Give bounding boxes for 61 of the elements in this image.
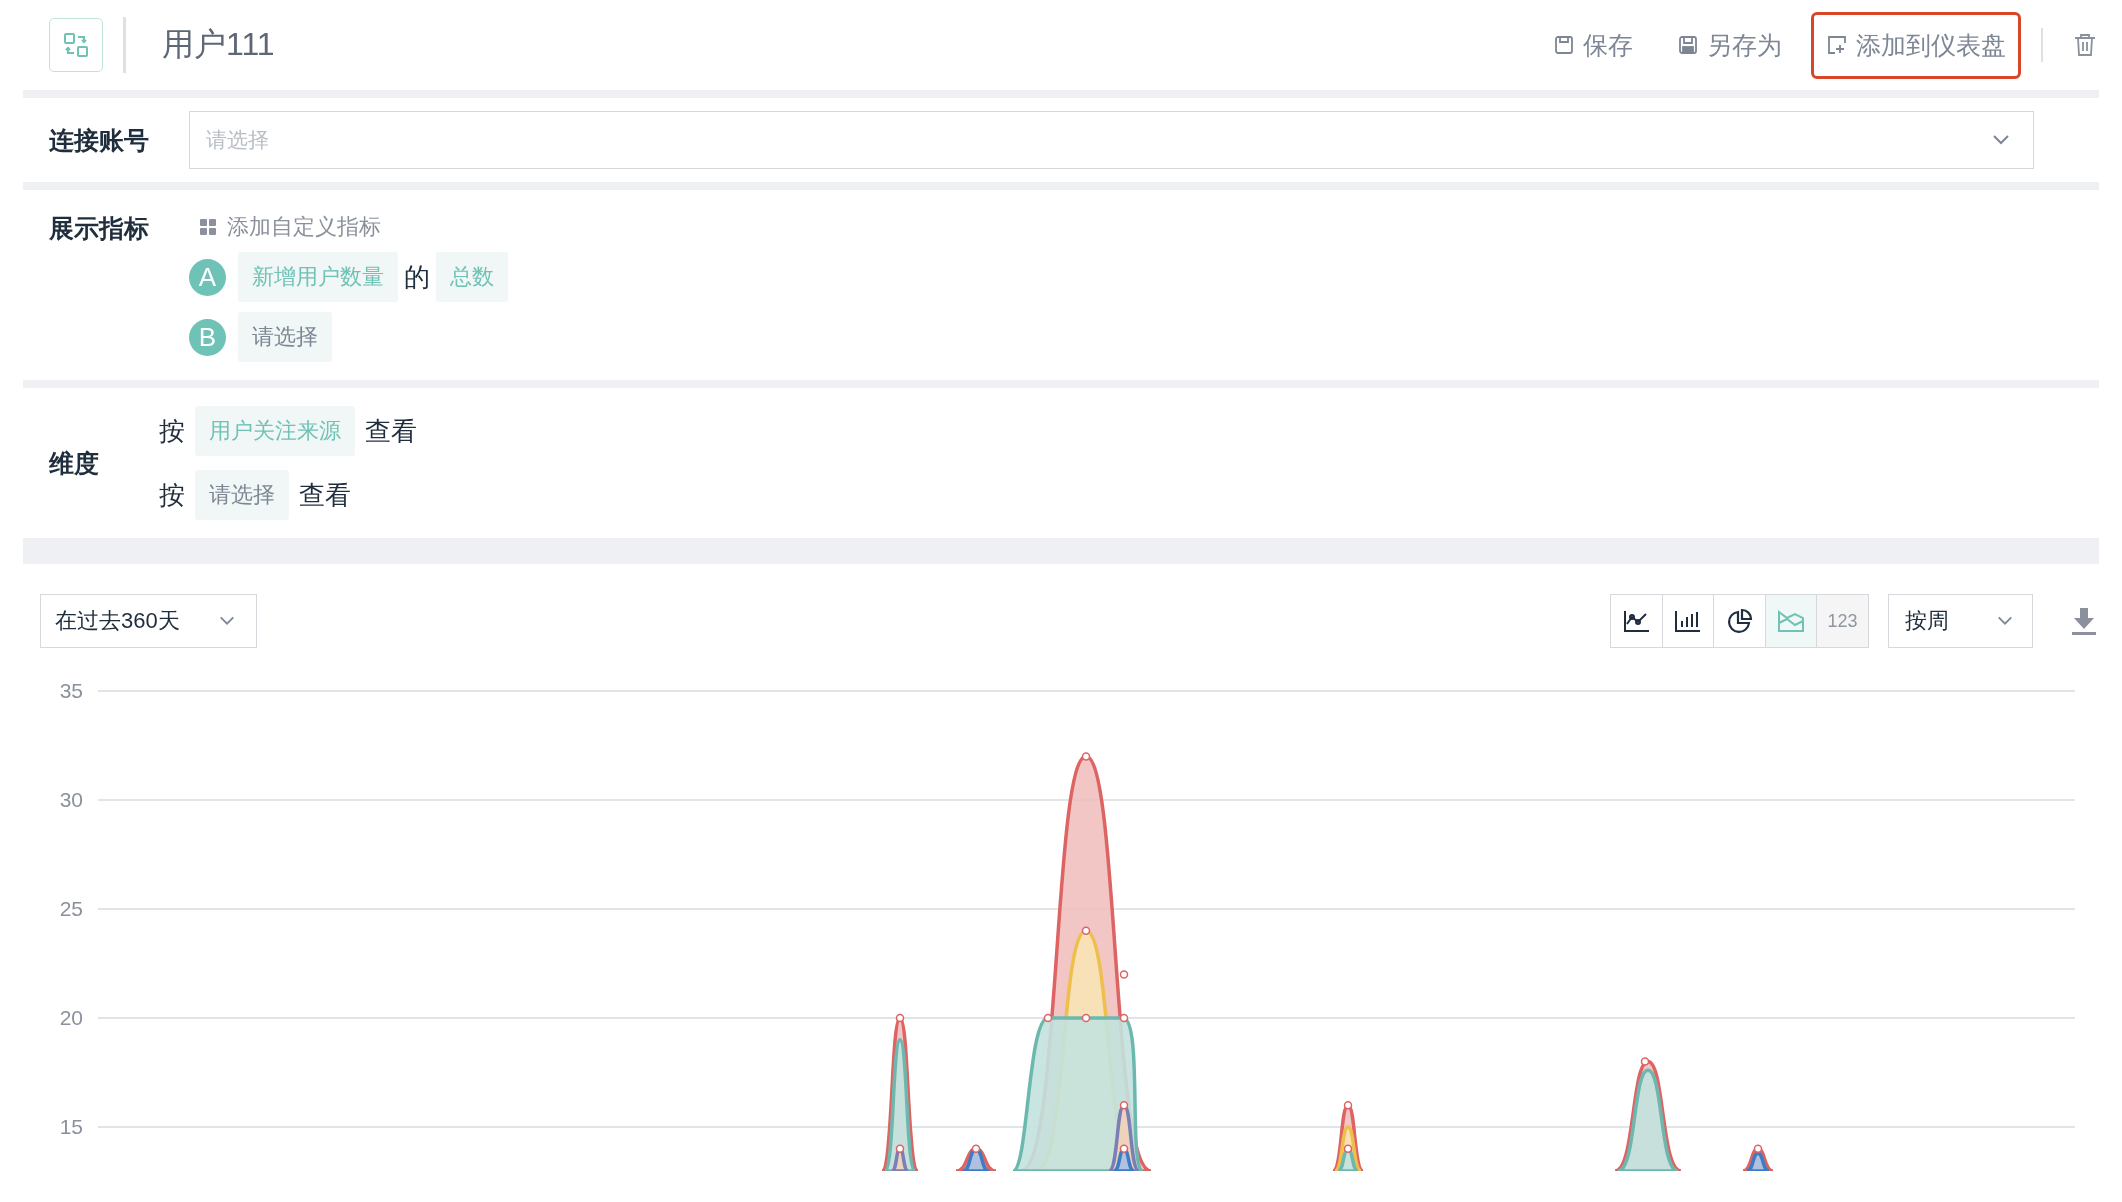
dimension-select[interactable]: 用户关注来源 bbox=[195, 406, 355, 456]
prefix-text: 按 bbox=[159, 478, 185, 512]
chart-type-button[interactable] bbox=[1661, 594, 1715, 648]
metric-select[interactable]: 请选择 bbox=[238, 312, 332, 362]
data-point bbox=[1753, 1144, 1763, 1154]
data-point bbox=[1081, 926, 1091, 936]
chart-type-button[interactable] bbox=[1713, 594, 1766, 648]
account-select[interactable]: 请选择 bbox=[189, 111, 2034, 169]
area-chart-icon bbox=[1777, 609, 1805, 633]
field-label: 展示指标 bbox=[48, 213, 150, 244]
metric-letter: B bbox=[189, 318, 226, 356]
save-icon bbox=[1553, 34, 1575, 56]
data-point bbox=[1343, 1144, 1353, 1154]
axis-tick-label: 35 bbox=[59, 679, 83, 702]
connector-text: 的 bbox=[404, 260, 430, 294]
chart-type-button[interactable] bbox=[1610, 594, 1663, 648]
data-point bbox=[1119, 970, 1129, 979]
suffix-text: 查看 bbox=[299, 478, 351, 512]
field-label: 连接账号 bbox=[48, 124, 150, 156]
data-point bbox=[1081, 1013, 1091, 1023]
aggregate-select[interactable]: 总数 bbox=[436, 252, 508, 302]
date-range-select[interactable]: 在过去360天 bbox=[40, 594, 257, 648]
data-point bbox=[1119, 1100, 1129, 1110]
axis-tick-label: 20 bbox=[59, 1006, 83, 1029]
metric-letter: A bbox=[189, 258, 226, 296]
toolbar-button[interactable]: 另存为 bbox=[1662, 11, 1797, 79]
field-label: 维度 bbox=[48, 447, 100, 479]
data-point bbox=[1640, 1057, 1650, 1066]
data-point bbox=[1343, 1100, 1353, 1110]
chevron-down-icon bbox=[218, 615, 236, 627]
data-point bbox=[1081, 752, 1091, 761]
toolbar-button[interactable]: 添加到仪表盘 bbox=[1811, 11, 2021, 79]
delete-icon[interactable] bbox=[2073, 32, 2097, 58]
pie-chart-icon bbox=[1726, 608, 1753, 634]
axis-tick-label: 25 bbox=[59, 897, 83, 920]
report-title: 用户111 bbox=[162, 25, 275, 64]
data-point bbox=[1119, 1013, 1129, 1023]
prefix-text: 按 bbox=[159, 414, 185, 448]
add-metric-link[interactable]: 添加自定义指标 bbox=[189, 212, 508, 242]
chart-type-button[interactable]: 123 bbox=[1816, 594, 1869, 648]
download-icon[interactable] bbox=[2071, 606, 2097, 636]
data-point bbox=[1043, 1013, 1053, 1023]
toolbar-button[interactable]: 保存 bbox=[1538, 11, 1648, 79]
data-point bbox=[895, 1144, 905, 1154]
data-point bbox=[1119, 1144, 1129, 1154]
chevron-down-icon bbox=[1996, 615, 2014, 627]
metric-select[interactable]: 新增用户数量 bbox=[238, 252, 398, 302]
bar-chart-icon bbox=[1674, 609, 1702, 633]
add-icon bbox=[1826, 34, 1848, 56]
chevron-down-icon bbox=[1991, 134, 2011, 146]
report-icon[interactable] bbox=[49, 18, 103, 72]
axis-tick-label: 15 bbox=[59, 1115, 83, 1138]
line-chart-icon bbox=[1622, 609, 1651, 633]
axis-tick-label: 30 bbox=[59, 788, 83, 811]
suffix-text: 查看 bbox=[365, 414, 417, 448]
data-point bbox=[971, 1144, 981, 1154]
dimension-select[interactable]: 请选择 bbox=[195, 470, 289, 520]
interval-select[interactable]: 按周 bbox=[1888, 594, 2033, 648]
data-point bbox=[895, 1013, 905, 1023]
save-as-icon bbox=[1677, 34, 1699, 56]
grid-icon bbox=[199, 218, 217, 236]
